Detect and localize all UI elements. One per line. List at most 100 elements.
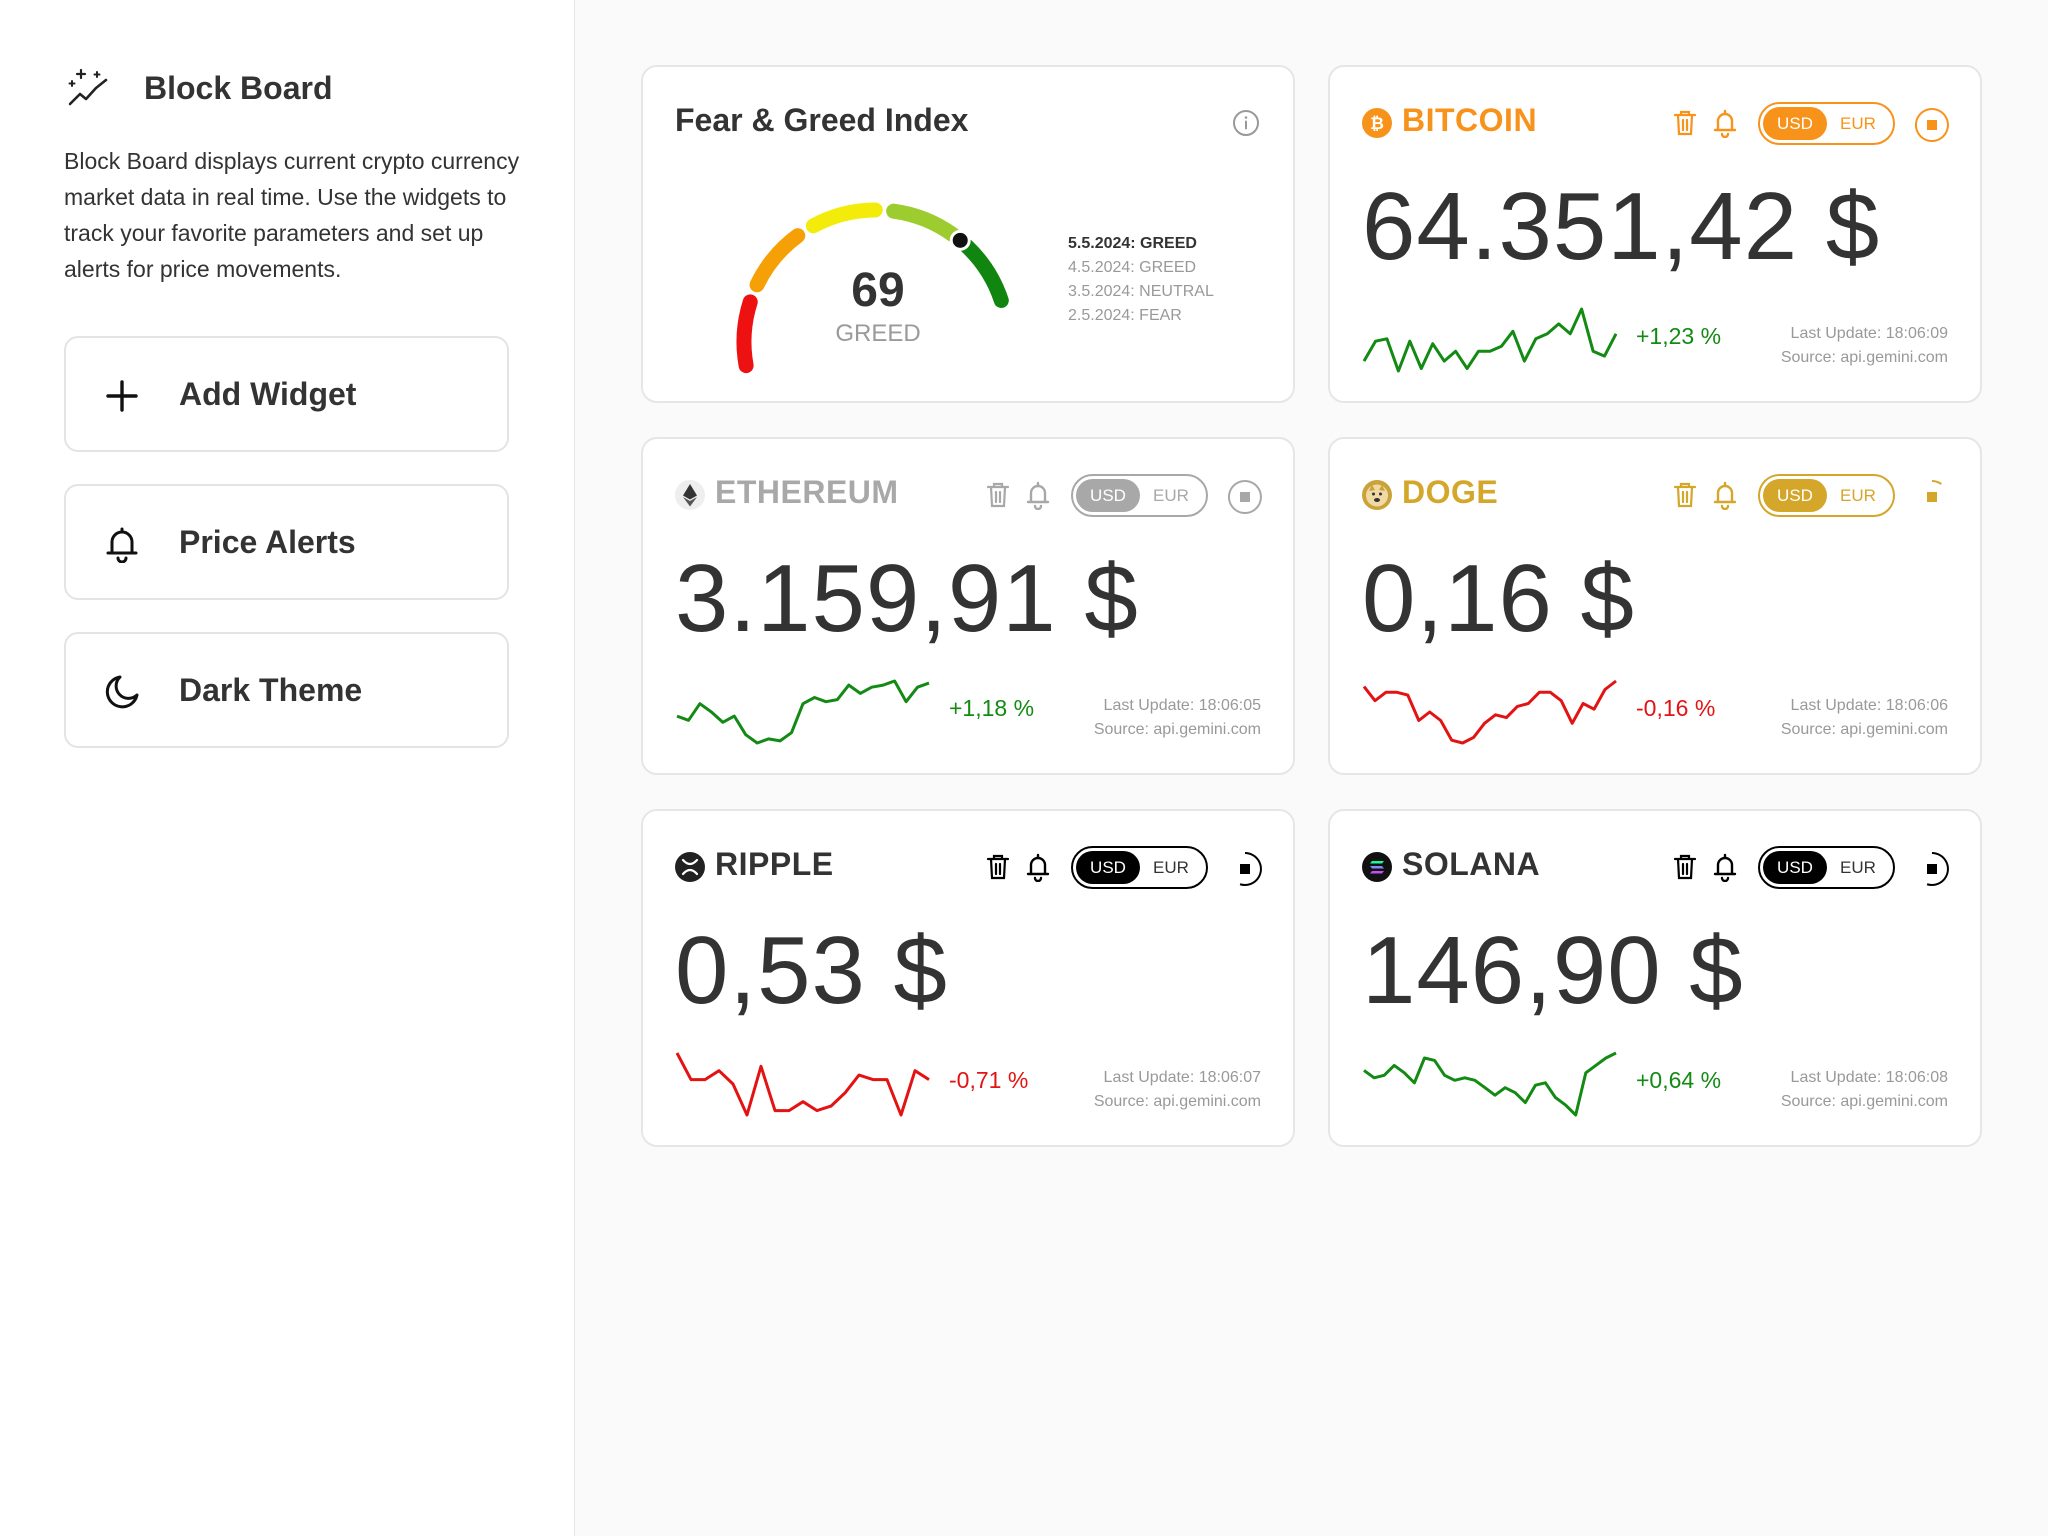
app-name: Block Board — [144, 69, 333, 106]
add-widget-button[interactable]: Add Widget — [64, 336, 509, 452]
usd-option[interactable]: USD — [1076, 479, 1140, 512]
bitcoin-icon: ₿ — [1362, 108, 1392, 138]
usd-option[interactable]: USD — [1076, 851, 1140, 884]
price: 146,90 $ — [1362, 917, 1744, 1024]
info-icon[interactable] — [1232, 109, 1260, 137]
data-source: Source: api.gemini.com — [1780, 349, 1948, 366]
update-meta: Last Update: 18:06:05 Source: api.gemini… — [1094, 694, 1261, 742]
price: 3.159,91 $ — [675, 545, 1139, 652]
fear-greed-widget: Fear & Greed Index 69 GREED 5.5.2024: GR… — [641, 65, 1295, 403]
data-source: Source: api.gemini.com — [1780, 721, 1948, 738]
gauge-segment — [749, 228, 806, 293]
usd-option[interactable]: USD — [1763, 479, 1827, 512]
bell-icon[interactable] — [1712, 108, 1738, 139]
price-alerts-button[interactable]: Price Alerts — [64, 484, 509, 600]
doge-widget: DOGE USD EUR 0,16 $ -0,16 % Last Update:… — [1328, 437, 1982, 775]
trash-icon[interactable] — [1672, 109, 1698, 137]
eur-option[interactable]: EUR — [1139, 479, 1203, 512]
history-item: 4.5.2024: GREED — [1068, 259, 1197, 276]
doge-icon — [1362, 480, 1392, 510]
update-meta: Last Update: 18:06:09 Source: api.gemini… — [1781, 322, 1948, 370]
dark-theme-button[interactable]: Dark Theme — [64, 632, 509, 748]
ripple-icon — [675, 852, 705, 882]
currency-toggle[interactable]: USD EUR — [1758, 474, 1895, 517]
coin-name: SOLANA — [1402, 846, 1541, 882]
refresh-timer-icon[interactable] — [1912, 849, 1952, 889]
trash-icon[interactable] — [985, 853, 1011, 881]
bell-icon[interactable] — [1025, 852, 1051, 883]
fear-greed-title: Fear & Greed Index — [675, 102, 969, 138]
data-source: Source: api.gemini.com — [1093, 1093, 1261, 1110]
update-meta: Last Update: 18:06:08 Source: api.gemini… — [1781, 1066, 1948, 1114]
dark-theme-label: Dark Theme — [179, 672, 363, 708]
brand: Block Board — [64, 64, 332, 112]
last-update: Last Update: 18:06:08 — [1790, 1069, 1948, 1086]
ripple-widget: RIPPLE USD EUR 0,53 $ -0,71 % Last Updat… — [641, 809, 1295, 1147]
fear-greed-value: 69 — [851, 264, 905, 317]
currency-toggle[interactable]: USD EUR — [1071, 474, 1208, 517]
price: 0,16 $ — [1362, 545, 1635, 652]
coin-name: ETHEREUM — [715, 474, 899, 510]
bell-icon — [106, 527, 138, 563]
last-update: Last Update: 18:06:05 — [1103, 697, 1261, 714]
fear-greed-history: 5.5.2024: GREED 4.5.2024: GREED 3.5.2024… — [1068, 232, 1214, 328]
coin-name: BITCOIN — [1402, 102, 1538, 138]
last-update: Last Update: 18:06:09 — [1790, 325, 1948, 342]
ethereum-icon — [675, 480, 705, 510]
sparkline-path — [675, 1052, 930, 1117]
usd-option[interactable]: USD — [1763, 851, 1827, 884]
eur-option[interactable]: EUR — [1826, 107, 1890, 140]
trash-icon[interactable] — [1672, 481, 1698, 509]
refresh-timer-icon[interactable] — [1912, 477, 1952, 517]
solana-icon — [1362, 852, 1392, 882]
gauge-segment — [959, 239, 1009, 308]
sparkline-path — [1362, 307, 1618, 373]
currency-toggle[interactable]: USD EUR — [1758, 846, 1895, 889]
plus-icon — [106, 380, 138, 412]
gauge-segment — [736, 294, 758, 374]
usd-option[interactable]: USD — [1763, 107, 1827, 140]
history-item: 2.5.2024: FEAR — [1068, 307, 1182, 324]
eur-option[interactable]: EUR — [1826, 479, 1890, 512]
ethereum-widget: ETHEREUM USD EUR 3.159,91 $ +1,18 % Last… — [641, 437, 1295, 775]
price-sparkline — [675, 1052, 930, 1117]
coin-name: RIPPLE — [715, 846, 834, 882]
price-change: +1,23 % — [1636, 323, 1722, 349]
fear-greed-label: GREED — [835, 320, 921, 347]
eur-option[interactable]: EUR — [1826, 851, 1890, 884]
bell-icon[interactable] — [1025, 480, 1051, 511]
refresh-timer-icon[interactable] — [1225, 849, 1265, 889]
price-sparkline — [1363, 1051, 1617, 1117]
price-sparkline — [1362, 307, 1618, 373]
gauge-marker — [949, 229, 971, 251]
price-alerts-label: Price Alerts — [179, 524, 356, 560]
app-description: Block Board displays current crypto curr… — [64, 148, 520, 282]
trash-icon[interactable] — [1672, 853, 1698, 881]
history-item: 3.5.2024: NEUTRAL — [1068, 283, 1214, 300]
moon-icon — [105, 675, 139, 709]
price-sparkline — [676, 679, 930, 745]
currency-toggle[interactable]: USD EUR — [1071, 846, 1208, 889]
price-sparkline — [1362, 679, 1617, 745]
sidebar: Block Board Block Board displays current… — [0, 0, 575, 1536]
coin-name: DOGE — [1402, 474, 1499, 510]
bell-icon[interactable] — [1712, 480, 1738, 511]
data-source: Source: api.gemini.com — [1093, 721, 1261, 738]
price-change: -0,16 % — [1636, 695, 1716, 721]
add-widget-label: Add Widget — [179, 376, 357, 412]
solana-widget: SOLANA USD EUR 146,90 $ +0,64 % Last Upd… — [1328, 809, 1982, 1147]
last-update: Last Update: 18:06:07 — [1103, 1069, 1261, 1086]
last-update: Last Update: 18:06:06 — [1790, 697, 1948, 714]
gauge-segment — [886, 203, 961, 243]
data-source: Source: api.gemini.com — [1780, 1093, 1948, 1110]
sparkle-chart-logo-icon — [68, 68, 108, 106]
history-item: 5.5.2024: GREED — [1068, 235, 1197, 252]
refresh-timer-icon[interactable] — [1225, 477, 1265, 517]
trash-icon[interactable] — [985, 481, 1011, 509]
refresh-timer-icon[interactable] — [1912, 105, 1952, 145]
price: 64.351,42 $ — [1362, 173, 1881, 280]
eur-option[interactable]: EUR — [1139, 851, 1203, 884]
currency-toggle[interactable]: USD EUR — [1758, 102, 1895, 145]
bell-icon[interactable] — [1712, 852, 1738, 883]
price-change: -0,71 % — [949, 1067, 1029, 1093]
